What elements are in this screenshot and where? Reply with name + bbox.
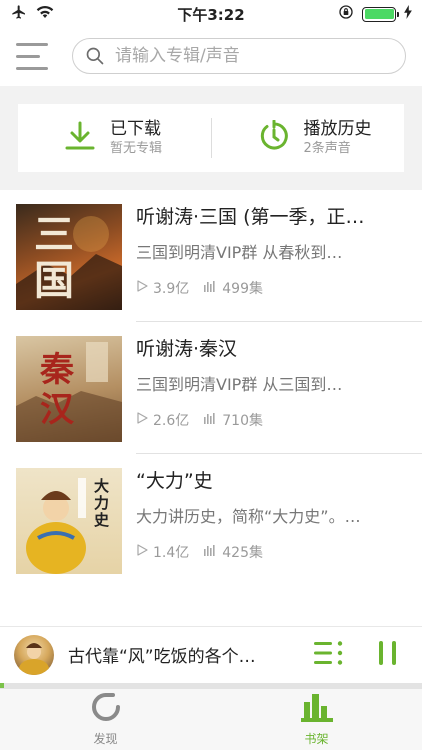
album-item-qinhan[interactable]: 秦汉 听谢涛·秦汉 三国到明清VIP群 从三国到… 2.6亿 710集 [0, 322, 422, 454]
album-cover: 秦汉 [16, 336, 122, 442]
album-title: 听谢涛·秦汉 [136, 338, 238, 360]
rotation-lock-icon [338, 4, 354, 24]
menu-button[interactable] [16, 36, 56, 76]
wifi-icon [36, 5, 54, 23]
tab-label: 发现 [93, 732, 118, 746]
play-history-subtitle: 2条声音 [303, 141, 351, 156]
album-cover-text: 秦汉 [40, 350, 74, 430]
episode-count: 499集 [222, 281, 263, 297]
quick-actions-section: 已下载 暂无专辑 播放历史 2条声音 [0, 86, 422, 190]
play-count-icon [136, 280, 148, 296]
album-cover: 三国 [16, 204, 122, 310]
album-list: 三国 听谢涛·三国 (第一季，正… 三国到明清VIP群 从春秋到… 3.9亿 4… [0, 190, 422, 586]
episode-count: 425集 [222, 545, 263, 561]
downloaded-title: 已下载 [110, 119, 161, 139]
play-count: 1.4亿 [153, 545, 190, 561]
album-item-dalishi[interactable]: 大力史 “大力”史 大力讲历史，简称“大力史”。… 1.4亿 425集 [0, 454, 422, 586]
quick-actions-card: 已下载 暂无专辑 播放历史 2条声音 [18, 104, 404, 172]
history-icon [258, 119, 290, 156]
airplane-icon [10, 4, 28, 24]
status-bar: 下午3:22 [0, 0, 422, 28]
header [0, 28, 422, 84]
mini-player[interactable]: 古代靠“风”吃饭的各个… [0, 626, 422, 682]
play-history-button[interactable]: 播放历史 2条声音 [212, 118, 405, 158]
tab-label: 书架 [304, 732, 329, 746]
play-count-icon [136, 544, 148, 560]
album-cover: 大力史 [16, 468, 122, 574]
downloaded-subtitle: 暂无专辑 [110, 141, 163, 156]
episode-count: 710集 [222, 413, 263, 429]
album-description: 大力讲历史，简称“大力史”。… [136, 507, 361, 526]
refresh-icon [91, 692, 121, 726]
album-title: 听谢涛·三国 (第一季，正… [136, 206, 365, 228]
player-track-title: 古代靠“风”吃饭的各个… [68, 647, 256, 667]
search-input[interactable] [115, 46, 393, 66]
battery-icon [362, 6, 399, 22]
menu-icon [16, 42, 48, 46]
play-count: 2.6亿 [153, 413, 190, 429]
playlist-icon[interactable] [314, 640, 344, 669]
play-history-title: 播放历史 [303, 119, 372, 139]
downloaded-button[interactable]: 已下载 暂无专辑 [18, 118, 211, 158]
bookshelf-icon [300, 692, 333, 726]
tab-bar: 发现 书架 [0, 688, 422, 750]
episodes-icon [203, 412, 217, 428]
episodes-icon [203, 280, 217, 296]
charging-icon [404, 5, 412, 23]
album-description: 三国到明清VIP群 从三国到… [136, 375, 343, 394]
search-icon [86, 47, 104, 65]
album-cover-text: 三国 [34, 211, 74, 304]
album-description: 三国到明清VIP群 从春秋到… [136, 243, 343, 262]
pause-icon[interactable] [378, 640, 398, 670]
tab-discover[interactable]: 发现 [0, 689, 211, 750]
album-cover-text: 大力史 [94, 477, 110, 529]
album-title: “大力”史 [136, 470, 213, 492]
episodes-icon [203, 544, 217, 560]
tab-bookshelf[interactable]: 书架 [211, 689, 422, 750]
player-cover[interactable] [14, 634, 54, 675]
play-count-icon [136, 412, 148, 428]
play-count: 3.9亿 [153, 281, 190, 297]
search-bar[interactable] [72, 38, 406, 74]
download-icon [64, 120, 96, 156]
album-item-sanguo[interactable]: 三国 听谢涛·三国 (第一季，正… 三国到明清VIP群 从春秋到… 3.9亿 4… [0, 190, 422, 322]
